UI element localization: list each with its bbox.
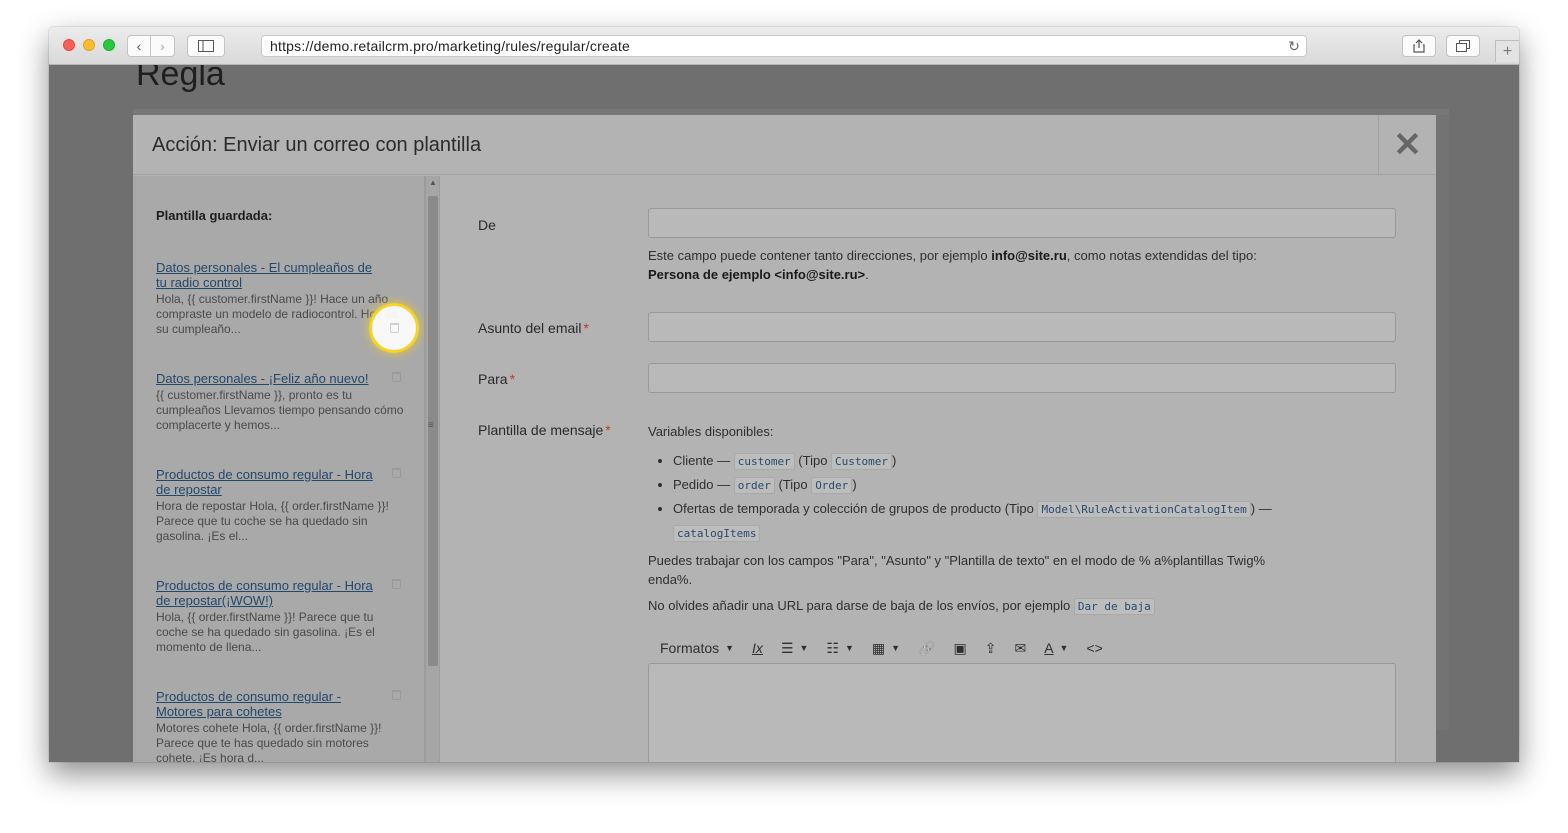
unsubscribe-note: No olvides añadir una URL para darse de … [648,598,1348,615]
sidebar-icon [198,40,214,52]
from-label: De [478,217,496,233]
upload-button[interactable]: ⇪ [985,640,997,657]
variable-catalog-items: Ofertas de temporada y colección de grup… [673,497,1348,545]
new-tab-button[interactable]: + [1495,40,1519,62]
trash-icon[interactable] [392,578,406,592]
saved-template-item[interactable]: Productos de consumo regular - Hora de r… [156,578,406,655]
plus-icon: + [1502,42,1513,60]
link-button[interactable]: 🔗 [918,640,935,657]
modal-title: Acción: Enviar un correo con plantilla [152,134,482,156]
table-button[interactable]: ▦ ▼ [872,640,900,657]
url-text: https://demo.retailcrm.pro/marketing/rul… [270,38,630,54]
scrollbar-thumb[interactable] [428,196,438,666]
template-desc: Motores cohete Hola, {{ order.firstName … [156,721,382,762]
source-code-button[interactable]: <> [1086,640,1102,656]
numbered-list-button[interactable]: ☷ ▼ [826,640,853,657]
address-bar[interactable]: https://demo.retailcrm.pro/marketing/rul… [261,35,1307,57]
trash-icon [389,323,399,333]
page-right-edge [1436,115,1449,730]
tabs-icon [1456,40,1470,52]
scroll-up-icon[interactable]: ▲ [429,178,437,187]
template-desc: {{ customer.firstName }}, pronto es tu c… [156,388,404,432]
bullet-list-button[interactable]: ☰ ▼ [781,640,808,657]
action-modal: Acción: Enviar un correo con plantilla ✕… [133,115,1436,762]
template-link[interactable]: Datos personales - El cumpleaños de tu r… [156,260,374,290]
from-input[interactable] [648,208,1396,238]
browser-window: ‹ › https://demo.retailcrm.pro/marketing… [49,27,1519,762]
chevron-down-icon: ▼ [799,643,809,653]
link-icon: 🔗 [918,639,936,656]
browser-toolbar: ‹ › https://demo.retailcrm.pro/marketing… [49,27,1519,65]
clear-format-icon: Ix [752,640,763,656]
available-variables: Variables disponibles: Cliente — custome… [648,424,1348,615]
email-action-form: De Este campo puede contener tanto direc… [441,176,1436,762]
variables-title: Variables disponibles: [648,424,774,439]
from-help-text: Este campo puede contener tanto direccio… [648,248,1257,282]
formats-dropdown[interactable]: Formatos ▼ [660,640,734,656]
sidebar-toggle-button[interactable] [187,35,225,57]
saved-template-item[interactable]: Productos de consumo regular - Hora de r… [156,467,406,544]
message-editor[interactable] [648,663,1396,762]
back-button[interactable]: ‹ [127,35,151,57]
share-button[interactable] [1402,35,1436,57]
saved-template-item[interactable]: Datos personales - ¡Feliz año nuevo! {{ … [156,371,406,433]
resize-grip-icon[interactable]: ≡ [428,420,434,431]
tabs-overview-button[interactable] [1446,35,1480,57]
template-label: Plantilla de mensaje * [478,422,611,438]
saved-templates-panel: Plantilla guardada: Datos personales - E… [133,176,425,762]
bullet-list-icon: ☰ [780,639,794,656]
template-desc: Hola, {{ order.firstName }}! Parece que … [156,610,375,654]
close-window-button[interactable] [63,39,75,51]
text-color-icon: A [1044,640,1054,656]
page-title: Regla [136,65,225,93]
image-icon: ▣ [953,639,967,656]
modal-header: Acción: Enviar un correo con plantilla ✕ [133,115,1436,175]
share-icon [1413,39,1425,53]
mail-icon: ✉ [1014,639,1027,656]
code-icon: <> [1086,640,1103,656]
upload-icon: ⇪ [984,639,997,656]
chevron-down-icon: ▼ [891,643,901,653]
trash-icon[interactable] [392,467,406,481]
close-icon: ✕ [1393,126,1422,164]
subject-input[interactable] [648,312,1396,342]
twig-note: Puedes trabajar con los campos "Para", "… [648,553,1266,587]
minimize-window-button[interactable] [83,39,95,51]
page-content: Regla Acción: Enviar un correo con plant… [49,65,1519,762]
template-desc: Hora de repostar Hola, {{ order.firstNam… [156,499,389,543]
chevron-down-icon: ▼ [844,643,854,653]
variable-customer: Cliente — customer (Tipo Customer) [673,449,1348,473]
chevron-down-icon: ▼ [725,643,735,653]
trash-icon[interactable] [392,689,406,703]
mail-button[interactable]: ✉ [1014,640,1026,657]
template-link[interactable]: Productos de consumo regular - Motores p… [156,689,374,719]
reload-icon[interactable]: ↻ [1288,36,1300,56]
maximize-window-button[interactable] [103,39,115,51]
chevron-down-icon: ▼ [1059,643,1069,653]
template-link[interactable]: Productos de consumo regular - Hora de r… [156,578,374,608]
template-link[interactable]: Productos de consumo regular - Hora de r… [156,467,374,497]
saved-templates-title: Plantilla guardada: [156,208,273,223]
delete-template-button-highlighted[interactable] [369,303,419,353]
sidebar-scrollbar[interactable]: ▲ ≡ [425,176,440,762]
forward-button[interactable]: › [151,35,175,57]
forward-icon: › [160,38,165,54]
to-input[interactable] [648,363,1396,393]
table-icon: ▦ [871,639,886,656]
template-link[interactable]: Datos personales - ¡Feliz año nuevo! [156,371,374,386]
saved-template-item[interactable]: Productos de consumo regular - Motores p… [156,689,406,762]
clear-format-button[interactable]: Ix [752,640,763,656]
back-icon: ‹ [136,38,142,54]
editor-toolbar: Formatos ▼ Ix ☰ ▼ ☷ ▼ ▦ ▼ 🔗 ▣ ⇪ ✉ A ▼ <> [648,633,1396,663]
text-color-button[interactable]: A ▼ [1044,640,1068,656]
numbered-list-icon: ☷ [826,639,839,656]
template-desc: Hola, {{ customer.firstName }}! Hace un … [156,292,399,336]
trash-icon[interactable] [392,371,406,385]
variable-order: Pedido — order (Tipo Order) [673,473,1348,497]
to-label: Para * [478,371,516,387]
image-button[interactable]: ▣ [954,640,967,657]
subject-label: Asunto del email * [478,320,589,336]
modal-close-button[interactable]: ✕ [1378,115,1436,175]
